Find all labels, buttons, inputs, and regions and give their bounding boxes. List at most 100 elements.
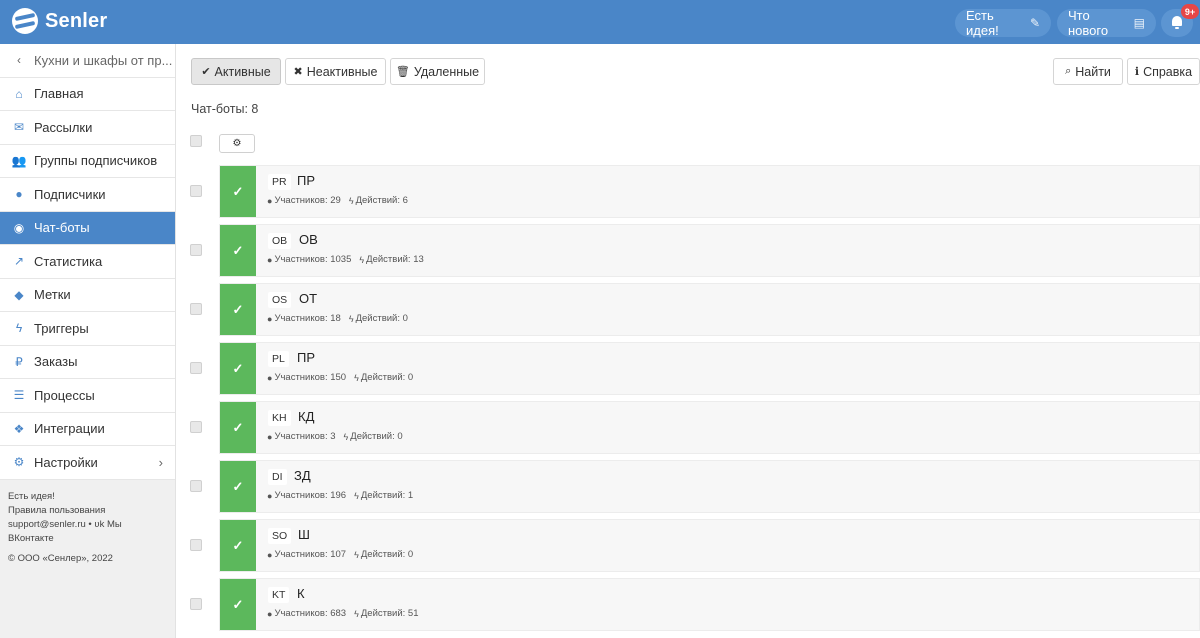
senler-logo[interactable]: Senler — [12, 8, 107, 34]
vk-icon: ʋk — [94, 518, 105, 530]
sidebar-back-link[interactable]: ‹ Кухни и шкафы от пр... — [0, 44, 175, 78]
bolt-icon: ϟ — [15, 321, 23, 336]
bot-name[interactable]: ЗД — [294, 468, 311, 483]
row-checkbox[interactable] — [190, 185, 202, 197]
bot-name[interactable]: ОТ — [299, 291, 317, 306]
row-checkbox[interactable] — [190, 598, 202, 610]
active-status-indicator[interactable]: ✓ — [220, 225, 256, 276]
bolt-icon: ϟ — [359, 254, 365, 265]
filter-inactive-label: Неактивные — [306, 64, 378, 79]
table-row[interactable]: ✓ OS ОТ ● Участников: 18 ϟ Действий: 0 — [219, 283, 1200, 336]
sidebar-item-label: Подписчики — [34, 186, 106, 202]
line-chart-icon: ↗ — [13, 254, 25, 269]
bot-name[interactable]: КД — [298, 409, 314, 424]
sidebar-item-label: Статистика — [34, 253, 103, 269]
sidebar-item-chatbots[interactable]: ◉ Чат-боты — [0, 211, 175, 245]
table-row[interactable]: ✓ PL ПР ● Участников: 150 ϟ Действий: 0 — [219, 342, 1200, 395]
envelope-icon: ✉ — [13, 120, 25, 135]
select-all-checkbox[interactable] — [190, 135, 202, 147]
table-row[interactable]: ✓ OB ОВ ● Участников: 1035 ϟ Действий: 1… — [219, 224, 1200, 277]
table-row[interactable]: ✓ KH КД ● Участников: 3 ϟ Действий: 0 — [219, 401, 1200, 454]
bolt-icon: ϟ — [354, 608, 359, 619]
user-icon: ● — [267, 549, 273, 560]
members-count: Участников: 196 — [274, 490, 347, 501]
check-icon: ✔ — [201, 66, 211, 78]
footer-support-link[interactable]: support@senler.ru — [8, 519, 86, 530]
bot-meta: ● Участников: 18 ϟ Действий: 0 — [267, 313, 408, 324]
filter-active-label: Активные — [214, 64, 271, 79]
filter-inactive-button[interactable]: ✖ Неактивные — [285, 58, 386, 85]
bot-name[interactable]: ПР — [297, 350, 315, 365]
newspaper-icon: ▤ — [1133, 16, 1145, 30]
group-name: Кухни и шкафы от пр... — [34, 52, 173, 68]
table-row[interactable]: ✓ PR ПР ● Участников: 29 ϟ Действий: 6 — [219, 165, 1200, 218]
active-status-indicator[interactable]: ✓ — [220, 343, 256, 394]
notification-badge: 9+ — [1181, 4, 1199, 19]
table-row[interactable]: ✓ DI ЗД ● Участников: 196 ϟ Действий: 1 — [219, 460, 1200, 513]
table-row[interactable]: ✓ SO Ш ● Участников: 107 ϟ Действий: 0 — [219, 519, 1200, 572]
check-icon: ✓ — [232, 242, 244, 258]
row-checkbox[interactable] — [190, 480, 202, 492]
row-checkbox[interactable] — [190, 421, 202, 433]
active-status-indicator[interactable]: ✓ — [220, 166, 256, 217]
sidebar-item-triggers[interactable]: ϟ Триггеры — [0, 312, 175, 346]
help-button[interactable]: ℹ Справка — [1127, 58, 1200, 85]
check-icon: ✓ — [232, 537, 244, 553]
row-checkbox[interactable] — [190, 303, 202, 315]
filter-active-button[interactable]: ✔ Активные — [191, 58, 281, 85]
active-status-indicator[interactable]: ✓ — [220, 284, 256, 335]
footer-terms-link[interactable]: Правила пользования — [8, 504, 167, 518]
bot-abbr: KH — [268, 410, 291, 426]
row-checkbox[interactable] — [190, 539, 202, 551]
sidebar-item-orders[interactable]: ₽ Заказы — [0, 345, 175, 379]
bot-name[interactable]: К — [297, 586, 305, 601]
sidebar-item-processes[interactable]: ☰ Процессы — [0, 379, 175, 413]
footer-idea-link[interactable]: Есть идея! — [8, 490, 167, 504]
check-icon: ✓ — [232, 360, 244, 376]
bot-name[interactable]: ОВ — [299, 232, 318, 247]
sidebar-item-settings[interactable]: ⚙ Настройки › — [0, 446, 175, 480]
search-button[interactable]: ⌕ Найти — [1053, 58, 1123, 85]
active-status-indicator[interactable]: ✓ — [220, 520, 256, 571]
active-status-indicator[interactable]: ✓ — [220, 579, 256, 630]
filter-deleted-button[interactable]: 🗑 Удаленные — [390, 58, 485, 85]
sidebar-item-label: Главная — [34, 86, 84, 102]
sidebar-item-tags[interactable]: ◆ Метки — [0, 278, 175, 312]
whats-new-button[interactable]: Что нового ▤ — [1057, 8, 1156, 38]
android-icon: ◉ — [13, 220, 25, 235]
senler-logo-icon — [12, 8, 38, 34]
actions-count: Действий: 0 — [360, 549, 414, 560]
sidebar-item-subscribers[interactable]: ● Подписчики — [0, 178, 175, 212]
sidebar-item-mailings[interactable]: ✉ Рассылки — [0, 111, 175, 145]
check-icon: ✓ — [232, 183, 244, 199]
sidebar-item-label: Настройки — [34, 454, 98, 470]
logo-text: Senler — [45, 9, 108, 32]
table-row[interactable]: ✓ KT К ● Участников: 683 ϟ Действий: 51 — [219, 578, 1200, 631]
sidebar-item-integrations[interactable]: ❖ Интеграции — [0, 412, 175, 446]
tag-icon: ◆ — [14, 287, 24, 302]
active-status-indicator[interactable]: ✓ — [220, 402, 256, 453]
sidebar-item-statistics[interactable]: ↗ Статистика — [0, 245, 175, 279]
times-icon: ✖ — [293, 66, 303, 78]
filter-deleted-label: Удаленные — [413, 64, 480, 79]
bot-name[interactable]: ПР — [297, 173, 315, 188]
bulk-actions-button[interactable]: ⚙ — [219, 134, 255, 153]
row-checkbox[interactable] — [190, 362, 202, 374]
bot-name[interactable]: Ш — [298, 527, 310, 542]
idea-button[interactable]: Есть идея! ✎ — [955, 8, 1051, 38]
check-icon: ✓ — [232, 419, 244, 435]
cogs-icon: ⚙ — [13, 455, 25, 470]
row-checkbox[interactable] — [190, 244, 202, 256]
sidebar-footer: Есть идея! Правила пользования support@s… — [0, 480, 175, 576]
bot-meta: ● Участников: 1035 ϟ Действий: 13 — [267, 254, 424, 265]
bolt-icon: ϟ — [348, 195, 354, 206]
sidebar-item-home[interactable]: ⌂ Главная — [0, 77, 175, 111]
active-status-indicator[interactable]: ✓ — [220, 461, 256, 512]
bot-meta: ● Участников: 29 ϟ Действий: 6 — [267, 195, 408, 206]
bot-abbr: PL — [268, 351, 289, 367]
sidebar-item-subscriber-groups[interactable]: 👥 Группы подписчиков — [0, 144, 175, 178]
help-label: Справка — [1143, 64, 1193, 79]
bolt-icon: ϟ — [354, 490, 359, 501]
members-count: Участников: 683 — [274, 608, 347, 619]
actions-count: Действий: 0 — [360, 372, 414, 383]
